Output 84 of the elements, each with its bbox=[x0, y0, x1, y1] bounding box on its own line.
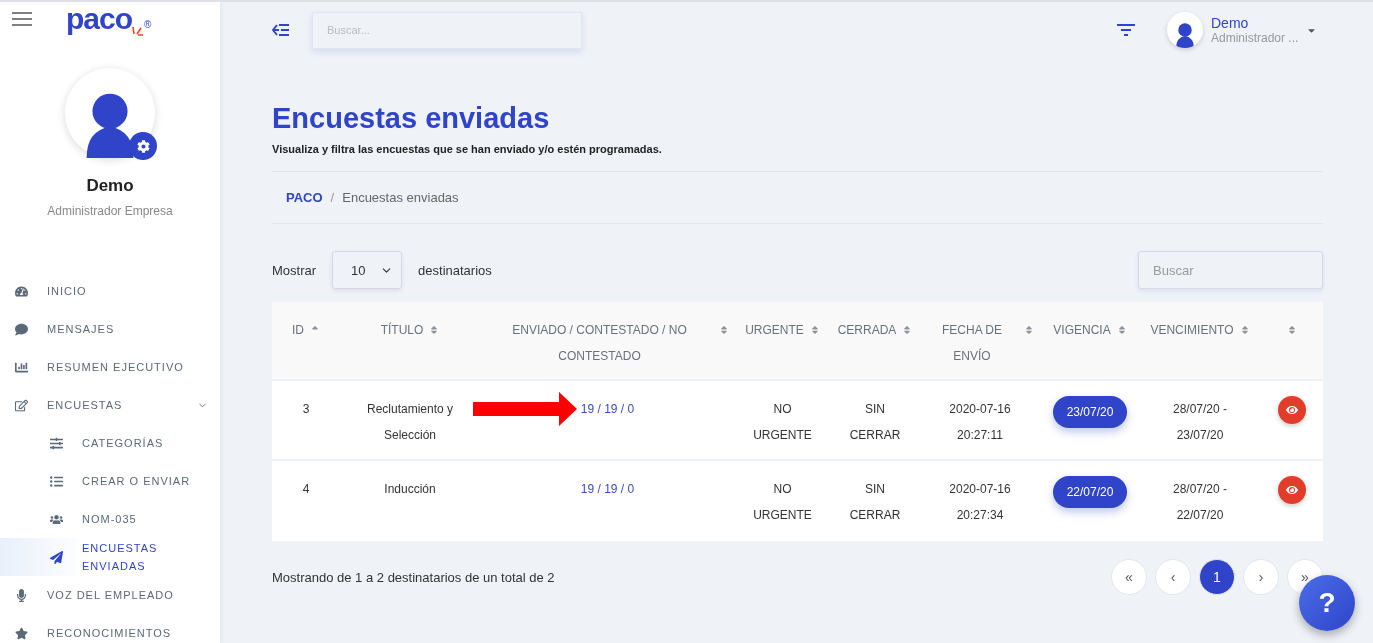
table-cell-text: 2020-07-16 20:27:34 bbox=[948, 481, 1012, 524]
edit-icon bbox=[15, 398, 28, 412]
user-name[interactable]: Demo bbox=[1211, 15, 1299, 31]
sort-icon[interactable] bbox=[1116, 325, 1127, 335]
entries-label: destinatarios bbox=[418, 262, 492, 278]
page-button[interactable]: ‹ bbox=[1155, 559, 1191, 595]
sparks-icon bbox=[132, 26, 145, 36]
table-cell-text: Reclutamiento y Selección bbox=[365, 401, 454, 444]
view-button[interactable] bbox=[1277, 476, 1306, 504]
column-header[interactable]: URGENTE bbox=[735, 302, 830, 381]
column-header[interactable]: ID bbox=[272, 302, 340, 381]
table-cell-text: 28/07/20 - 22/07/20 bbox=[1171, 481, 1228, 524]
sort-icon[interactable] bbox=[719, 325, 729, 335]
eye-icon bbox=[1285, 484, 1298, 496]
table-summary: Mostrando de 1 a 2 destinatarios de un total de 2 bbox=[272, 569, 555, 585]
table-cell-text: SIN CERRAR bbox=[848, 481, 902, 524]
column-header[interactable]: VENCIMIENTO bbox=[1140, 302, 1260, 381]
sidebar-item[interactable]: ENCUESTAS bbox=[0, 386, 220, 424]
page-title: Encuestas enviadas bbox=[272, 102, 551, 135]
registered-mark: ® bbox=[144, 19, 152, 30]
view-button[interactable] bbox=[1277, 396, 1306, 424]
breadcrumb-separator: / bbox=[330, 190, 335, 205]
user-role: Administrador ... bbox=[1211, 31, 1299, 45]
sidebar-item[interactable]: INICIO bbox=[0, 272, 220, 310]
table-cell-text: NO URGENTE bbox=[752, 481, 813, 524]
table-cell-text: 4 bbox=[302, 481, 310, 498]
list-icon bbox=[50, 474, 63, 488]
page-button[interactable]: « bbox=[1111, 559, 1147, 595]
sidebar-item[interactable]: VOZ DEL EMPLEADO bbox=[0, 576, 220, 614]
page-button[interactable]: 1 bbox=[1199, 559, 1235, 595]
page-button[interactable]: › bbox=[1243, 559, 1279, 595]
sort-icon[interactable] bbox=[1024, 325, 1034, 335]
sidebar-item[interactable]: RECONOCIMIENTOS bbox=[0, 614, 220, 643]
page-size-select[interactable]: 10 bbox=[332, 251, 403, 289]
validity-badge: 22/07/20 bbox=[1052, 476, 1128, 508]
column-header[interactable]: TÍTULO bbox=[340, 302, 480, 381]
sort-icon[interactable] bbox=[1286, 325, 1297, 335]
table-cell-text: SIN CERRAR bbox=[848, 401, 902, 444]
table-search-field[interactable]: Buscar bbox=[1138, 251, 1323, 289]
paper-plane-icon bbox=[50, 550, 63, 564]
column-header[interactable]: CERRADA bbox=[830, 302, 920, 381]
collapse-icon[interactable] bbox=[272, 22, 290, 38]
sidebar-item[interactable]: CATEGORÍAS bbox=[0, 424, 220, 462]
counts-link[interactable]: 19 / 19 / 0 bbox=[580, 476, 635, 502]
counts-link[interactable]: 19 / 19 / 0 bbox=[580, 396, 635, 422]
search-field[interactable]: Buscar... bbox=[312, 11, 582, 49]
sidebar-item[interactable]: CREAR O ENVIAR bbox=[0, 462, 220, 500]
table-cell-text: NO URGENTE bbox=[752, 401, 813, 444]
speech-bubble-icon bbox=[15, 322, 28, 336]
profile-avatar[interactable] bbox=[65, 68, 155, 158]
column-header[interactable]: ENVIADO / CONTESTADO / NO CONTESTADO bbox=[480, 302, 735, 381]
sort-icon[interactable] bbox=[902, 325, 913, 335]
page-subtitle: Visualiza y filtra las encuestas que se han enviado y/o estén programadas. bbox=[272, 143, 663, 155]
bar-chart-icon bbox=[15, 360, 28, 374]
breadcrumb-link[interactable]: PACO bbox=[286, 190, 323, 205]
filter-icon[interactable] bbox=[1117, 23, 1135, 37]
user-avatar[interactable] bbox=[1167, 12, 1203, 48]
settings-icon[interactable] bbox=[129, 132, 157, 160]
user-name: Demo bbox=[86, 176, 134, 196]
sidebar-item[interactable]: NOM-035 bbox=[0, 500, 220, 538]
table-cell-text: 2020-07-16 20:27:11 bbox=[948, 401, 1012, 444]
microphone-icon bbox=[15, 588, 28, 602]
sort-icon[interactable] bbox=[809, 325, 820, 335]
star-icon bbox=[15, 626, 28, 640]
user-role: Administrador Empresa bbox=[47, 204, 173, 218]
table-cell-text: 28/07/20 - 23/07/20 bbox=[1171, 401, 1228, 444]
users-icon bbox=[50, 512, 63, 526]
column-header[interactable]: FECHA DE ENVÍO bbox=[920, 302, 1040, 381]
sliders-icon bbox=[50, 436, 63, 450]
eye-icon bbox=[1285, 404, 1298, 416]
column-header[interactable]: VIGENCIA bbox=[1040, 302, 1140, 381]
sidebar-item[interactable]: MENSAJES bbox=[0, 310, 220, 348]
menu-icon[interactable] bbox=[12, 12, 32, 26]
sort-icon[interactable] bbox=[1239, 325, 1250, 335]
validity-badge: 23/07/20 bbox=[1052, 396, 1128, 428]
logo[interactable]: paco bbox=[66, 2, 133, 36]
gauge-icon bbox=[15, 284, 28, 298]
show-label: Mostrar bbox=[272, 262, 317, 278]
sidebar-item[interactable]: ENCUESTAS ENVIADAS bbox=[0, 538, 220, 576]
table-cell-text: Inducción bbox=[384, 481, 436, 498]
sort-icon[interactable] bbox=[429, 325, 440, 335]
table-cell-text: 3 bbox=[302, 401, 310, 418]
breadcrumb-current: Encuestas enviadas bbox=[342, 190, 459, 205]
sidebar-item[interactable]: RESUMEN EJECUTIVO bbox=[0, 348, 220, 386]
